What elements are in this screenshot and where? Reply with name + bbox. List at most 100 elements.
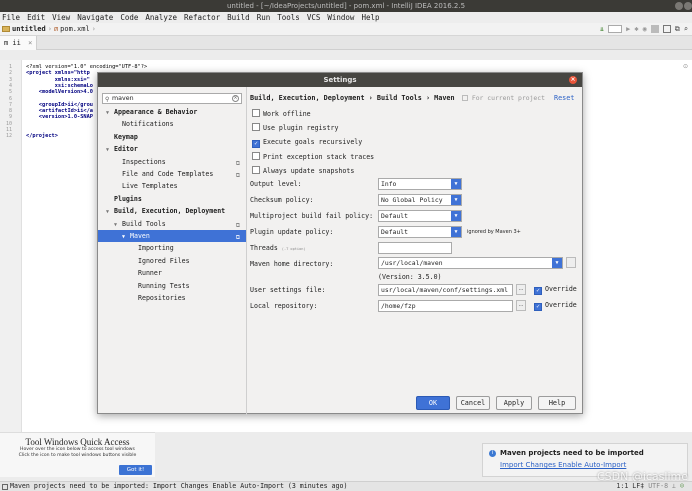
menu-item-vcs[interactable]: VCS <box>307 13 321 22</box>
build-icon[interactable]: ⇊ <box>600 25 604 33</box>
tool-window-toggle-icon[interactable] <box>2 484 8 490</box>
settings-override-checkbox[interactable]: ✓ Override <box>534 285 577 295</box>
run-config-dropdown[interactable] <box>608 25 623 33</box>
checksum-policy-select[interactable]: No Global Policy ▼ <box>378 194 462 206</box>
settings-dialog: Settings × ⚲ maven × ▼ Appearance & Behav… <box>97 72 583 415</box>
status-right: 1:1 LF‡ UTF-8 ⊥ ☺ <box>616 482 684 491</box>
dialog-close-icon[interactable]: × <box>569 76 577 84</box>
expand-arrow-icon[interactable]: ▼ <box>106 144 114 156</box>
menu-item-analyze[interactable]: Analyze <box>145 13 177 22</box>
got-it-button[interactable]: Got it! <box>119 465 152 475</box>
caret-position[interactable]: 1:1 <box>616 482 628 490</box>
local-repo-input[interactable]: /home/fzp <box>378 300 513 312</box>
tab-close-icon[interactable]: × <box>28 39 32 47</box>
line-separator[interactable]: LF‡ <box>632 482 644 490</box>
search-everywhere-icon[interactable]: ⌕ <box>684 25 688 33</box>
reset-link[interactable]: Reset <box>554 94 574 102</box>
inspector-icon[interactable]: ☺ <box>680 482 684 490</box>
lock-icon[interactable]: ⊥ <box>672 482 676 490</box>
menu-item-file[interactable]: File <box>2 13 20 22</box>
plugin-update-select[interactable]: Default ▼ <box>378 226 462 238</box>
debug-icon[interactable]: ✱ <box>634 25 638 33</box>
tree-item-keymap[interactable]: Keymap <box>98 131 246 143</box>
checkbox-use-plugin-registry[interactable]: Use plugin registry <box>252 123 338 133</box>
status-bar: Maven projects need to be imported: Impo… <box>0 481 692 491</box>
tree-item-editor[interactable]: ▼ Editor <box>98 143 246 155</box>
threads-input[interactable] <box>378 242 452 254</box>
checkbox-execute-goals-recursively[interactable]: ✓ Execute goals recursively <box>252 138 362 148</box>
tree-item-importing[interactable]: Importing <box>98 242 246 254</box>
import-links[interactable]: Import Changes Enable Auto-Import <box>500 461 626 469</box>
code-line[interactable]: <version>1.0-SNAP <box>26 114 93 120</box>
tree-item-running-tests[interactable]: Running Tests <box>98 280 246 292</box>
expand-arrow-icon[interactable]: ▼ <box>106 206 114 218</box>
tree-item-build-tools[interactable]: ▼ Build Tools ⧉ <box>98 218 246 230</box>
panel-divider[interactable] <box>246 87 247 415</box>
menu-item-edit[interactable]: Edit <box>27 13 45 22</box>
code-line[interactable]: <artifactId>ii</a <box>26 108 93 114</box>
tree-item-plugins[interactable]: Plugins <box>98 193 246 205</box>
checkmark-icon: ✓ <box>252 139 260 148</box>
menu-item-refactor[interactable]: Refactor <box>184 13 220 22</box>
menu-item-view[interactable]: View <box>52 13 70 22</box>
stop-icon[interactable] <box>650 25 659 33</box>
maven-home-select[interactable]: /usr/local/maven ▼ <box>378 257 563 269</box>
ok-button[interactable]: OK <box>416 396 450 410</box>
dialog-title: Settings <box>323 76 357 84</box>
checksum-policy-value: No Global Policy <box>381 196 443 204</box>
menu-item-run[interactable]: Run <box>257 13 271 22</box>
window-close-icon[interactable] <box>684 2 692 10</box>
code-line[interactable]: xsi:schemaLo <box>26 83 93 89</box>
menu-item-navigate[interactable]: Navigate <box>77 13 113 22</box>
settings-search-input[interactable]: ⚲ maven × <box>102 93 242 104</box>
code-line[interactable]: xmlns:xsi=" <box>26 77 90 83</box>
code-line[interactable]: <groupId>ii</grou <box>26 102 93 108</box>
apply-button[interactable]: Apply <box>496 396 532 410</box>
checkbox-print-exception-stack-traces[interactable]: Print exception stack traces <box>252 151 374 162</box>
settings-file-browse-button[interactable]: … <box>516 284 526 295</box>
expand-arrow-icon[interactable]: ▼ <box>106 107 114 119</box>
breadcrumb-file[interactable]: pom.xml <box>60 25 90 33</box>
code-line[interactable]: </project> <box>26 133 58 139</box>
cancel-button[interactable]: Cancel <box>456 396 490 410</box>
maven-home-label: Maven home directory: <box>250 260 334 268</box>
tree-item-file-and-code-templates[interactable]: File and Code Templates ⧉ <box>98 168 246 180</box>
menu-item-window[interactable]: Window <box>327 13 354 22</box>
tree-item-runner[interactable]: Runner <box>98 267 246 279</box>
breadcrumb-project[interactable]: untitled <box>12 25 46 33</box>
sdk-icon[interactable]: ⧉ <box>675 25 680 33</box>
menu-item-help[interactable]: Help <box>361 13 379 22</box>
file-encoding[interactable]: UTF-8 <box>648 482 668 490</box>
window-minimize-icon[interactable] <box>675 2 683 10</box>
tree-item-notifications[interactable]: Notifications <box>98 118 246 130</box>
code-line[interactable]: <project xmlns="http <box>26 70 90 76</box>
menu-item-build[interactable]: Build <box>227 13 250 22</box>
run-icon[interactable]: ▶ <box>626 25 630 33</box>
local-repo-browse-button[interactable]: … <box>516 300 526 311</box>
tree-item-ignored-files[interactable]: Ignored Files <box>98 255 246 267</box>
multiproject-fail-select[interactable]: Default ▼ <box>378 210 462 222</box>
output-level-select[interactable]: Info ▼ <box>378 178 462 190</box>
menu-item-tools[interactable]: Tools <box>277 13 300 22</box>
tree-item-build-execution-deployment[interactable]: ▼ Build, Execution, Deployment <box>98 205 246 217</box>
expand-arrow-icon[interactable]: ▼ <box>122 231 130 243</box>
code-line[interactable]: <modelVersion>4.0 <box>26 89 93 95</box>
expand-arrow-icon[interactable]: ▼ <box>114 219 122 231</box>
tree-item-maven[interactable]: ▼ Maven ⧉ <box>98 230 246 242</box>
local-repo-override-checkbox[interactable]: ✓ Override <box>534 301 577 311</box>
editor-fold-icon[interactable]: ⊙ <box>683 63 688 70</box>
tree-item-live-templates[interactable]: Live Templates <box>98 180 246 192</box>
help-button[interactable]: Help <box>538 396 576 410</box>
checkbox-work-offline[interactable]: Work offline <box>252 109 311 119</box>
tree-item-appearance-behavior[interactable]: ▼ Appearance & Behavior <box>98 106 246 118</box>
project-structure-icon[interactable] <box>662 25 671 33</box>
editor-tab[interactable]: m ii × <box>0 36 38 50</box>
settings-file-input[interactable]: usr/local/maven/conf/settings.xml <box>378 284 513 296</box>
coverage-icon[interactable]: ◉ <box>643 25 647 33</box>
checkbox-always-update-snapshots[interactable]: Always update snapshots <box>252 166 354 176</box>
menu-item-code[interactable]: Code <box>120 13 138 22</box>
tree-item-inspections[interactable]: Inspections ⧉ <box>98 156 246 168</box>
clear-search-icon[interactable]: × <box>232 95 239 102</box>
maven-home-browse-button[interactable] <box>566 257 576 268</box>
tree-item-repositories[interactable]: Repositories <box>98 292 246 304</box>
